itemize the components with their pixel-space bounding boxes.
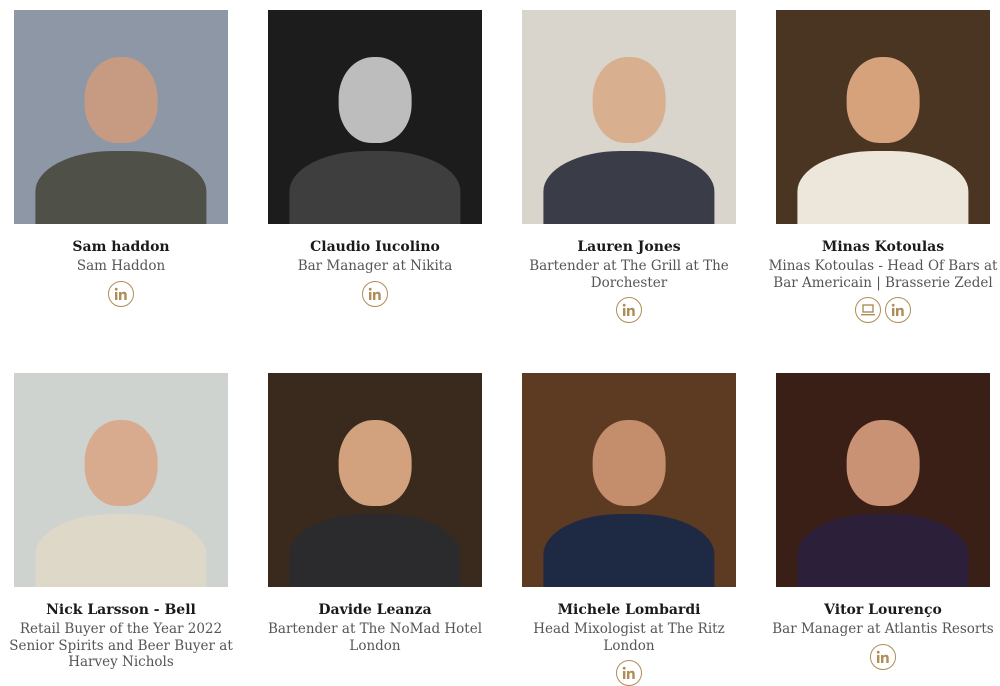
member-role: Retail Buyer of the Year 2022 Senior Spi…: [9, 621, 233, 670]
member-name: Michele Lombardi: [557, 602, 701, 618]
team-card: Michele Lombardi Head Mixologist at The …: [522, 373, 736, 686]
profile-photo: [776, 10, 990, 224]
team-card: Lauren Jones Bartender at The Grill at T…: [522, 10, 736, 323]
profile-photo: [776, 373, 990, 587]
member-role: Minas Kotoulas - Head Of Bars at Bar Ame…: [768, 258, 998, 291]
member-name: Lauren Jones: [577, 239, 681, 255]
member-role: Bartender at The Grill at The Dorchester: [529, 258, 729, 291]
team-card: Minas Kotoulas Minas Kotoulas - Head Of …: [769, 10, 997, 323]
member-role: Bartender at The NoMad Hotel London: [267, 621, 483, 654]
member-name: Sam haddon: [72, 239, 170, 255]
linkedin-icon[interactable]: [616, 297, 642, 323]
laptop-icon[interactable]: [855, 297, 881, 323]
linkedin-icon[interactable]: [870, 643, 896, 670]
profile-photo: [268, 373, 482, 587]
member-role: Head Mixologist at The Ritz London: [533, 621, 725, 654]
profile-photo: [522, 10, 736, 224]
member-name: Claudio Iucolino: [310, 239, 440, 255]
team-card: Nick Larsson - Bell Retail Buyer of the …: [9, 373, 233, 671]
member-name: Vitor Lourenço: [824, 602, 942, 618]
profile-photo: [268, 10, 482, 224]
team-card: Sam haddon Sam Haddon: [14, 10, 228, 307]
member-name: Davide Leanza: [318, 602, 432, 618]
linkedin-icon[interactable]: [108, 280, 134, 307]
member-name: Minas Kotoulas: [821, 239, 945, 255]
team-card: Claudio Iucolino Bar Manager at Nikita: [268, 10, 482, 307]
linkedin-icon[interactable]: [616, 660, 642, 686]
team-card: Davide Leanza Bartender at The NoMad Hot…: [268, 373, 482, 654]
member-role: Bar Manager at Nikita: [297, 258, 453, 274]
linkedin-icon[interactable]: [885, 297, 911, 323]
member-role: Bar Manager at Atlantis Resorts: [772, 621, 994, 637]
member-name: Nick Larsson - Bell: [46, 602, 196, 618]
linkedin-icon[interactable]: [362, 280, 388, 307]
profile-photo: [14, 373, 228, 587]
member-role: Sam Haddon: [76, 258, 166, 274]
profile-photo: [14, 10, 228, 224]
team-card: Vitor Lourenço Bar Manager at Atlantis R…: [772, 373, 994, 670]
profile-photo: [522, 373, 736, 587]
